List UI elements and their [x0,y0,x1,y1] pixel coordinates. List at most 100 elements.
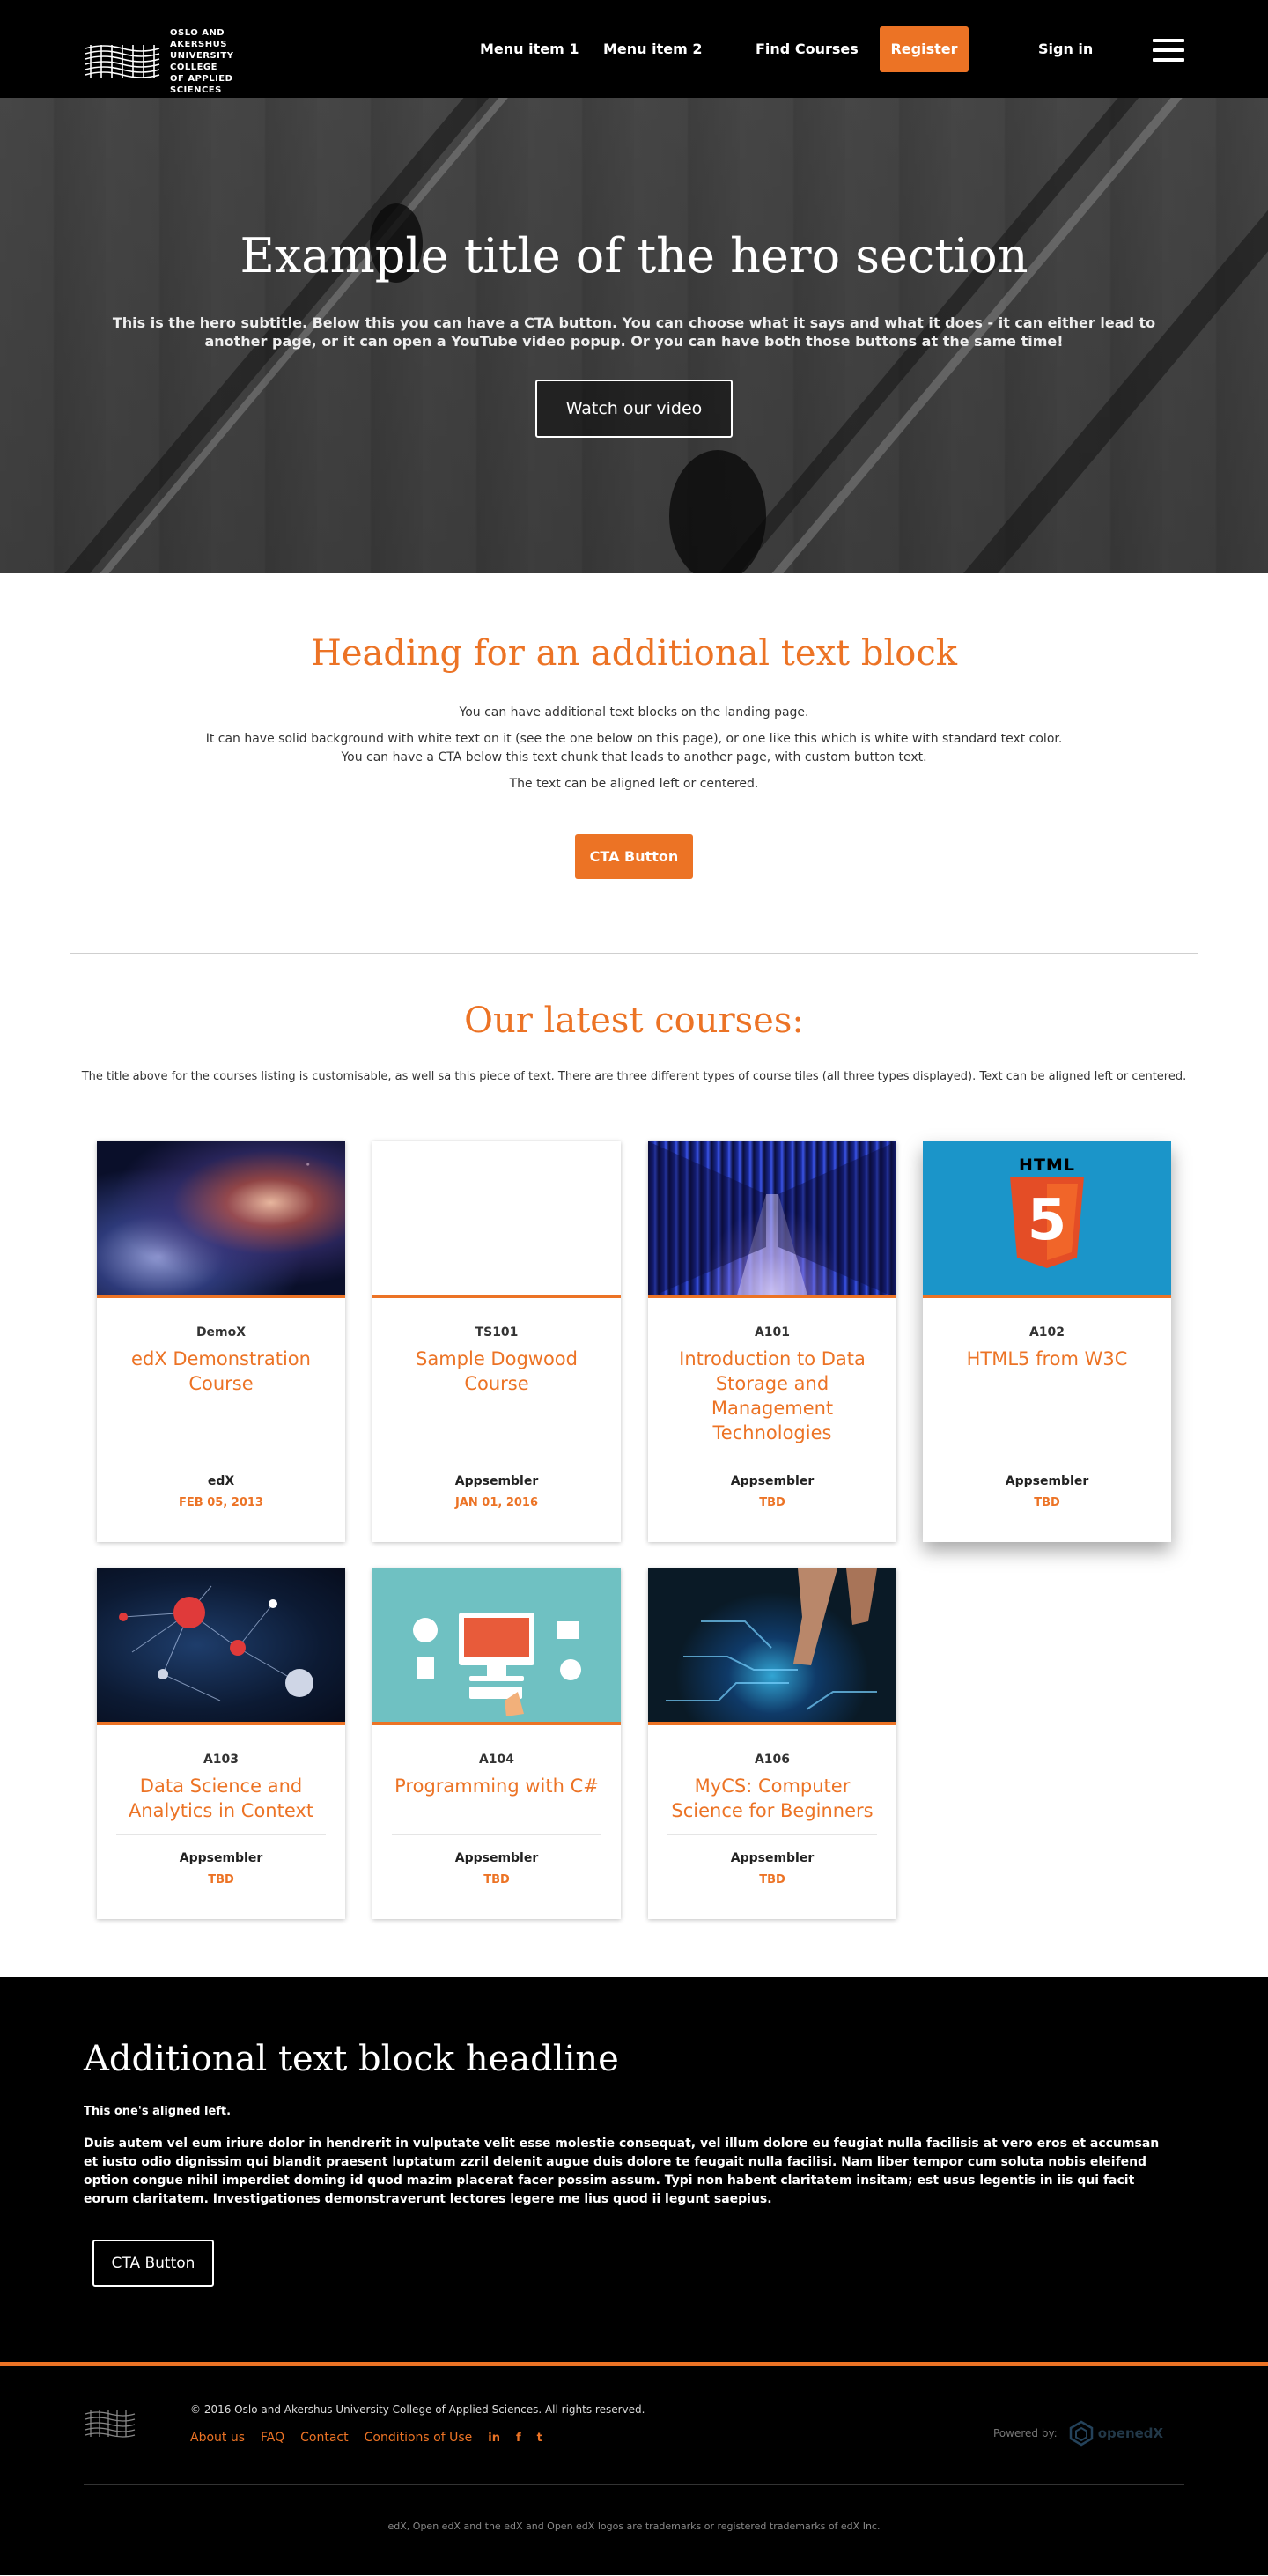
footer-divider [84,2484,1184,2485]
hero-section: Example title of the hero section This i… [0,98,1268,573]
course-start-date: FEB 05, 2013 [179,1496,263,1509]
course-start-date: TBD [759,1873,785,1886]
facebook-icon[interactable]: f [516,2432,521,2445]
register-button[interactable]: Register [880,26,969,72]
hero-content: Example title of the hero section This i… [0,228,1268,438]
course-title: Data Science and Analytics in Context [128,1775,314,1821]
course-code: DemoX [195,1325,247,1340]
course-image-network [97,1568,345,1725]
hamburger-icon[interactable] [1153,39,1184,62]
course-image-blank [372,1141,621,1298]
powered-by: Powered by: openedX [993,2420,1163,2447]
html5-number: 5 [1027,1188,1067,1253]
openedx-logo[interactable]: openedX [1068,2420,1163,2447]
course-title: Sample Dogwood Course [416,1348,578,1394]
course-code: A106 [754,1753,791,1767]
cta-button[interactable]: CTA Button [575,834,693,879]
course-card[interactable]: DemoX edX Demonstration Course edX FEB 0… [97,1141,345,1542]
text-block-line: You can have additional text blocks on t… [459,705,809,720]
linkedin-icon[interactable]: in [488,2432,500,2445]
hero-title: Example title of the hero section [240,228,1028,284]
text-block-body: You can have additional text blocks on t… [0,704,1268,793]
course-title: HTML5 from W3C [966,1348,1128,1369]
sign-in-link[interactable]: Sign in [1038,26,1093,72]
course-start-date: TBD [483,1873,510,1886]
dark-block-paragraph: Duis autem vel eum iriure dolor in hendr… [84,2137,1160,2206]
courses-section: Our latest courses: The title above for … [0,954,1268,1977]
course-start-date: TBD [208,1873,234,1886]
site-footer: © 2016 Oslo and Akershus University Coll… [0,2362,1268,2575]
course-card[interactable]: A101 Introduction to Data Storage and Ma… [648,1141,896,1542]
server-aisle-icon [648,1141,896,1295]
text-block-heading: Heading for an additional text block [310,633,958,674]
course-card[interactable]: A106 MyCS: Computer Science for Beginner… [648,1568,896,1919]
course-card[interactable]: A103 Data Science and Analytics in Conte… [97,1568,345,1919]
html5-badge-text: HTML [1019,1155,1075,1175]
course-title: edX Demonstration Course [131,1348,311,1394]
circuit-hand-icon [666,1568,877,1710]
openedx-label: openedX [1097,2425,1164,2441]
course-start-date: TBD [759,1496,785,1509]
hero-bg-person [669,450,766,573]
logo-line: OF APPLIED SCIENCES [170,74,233,95]
course-card[interactable]: A104 Programming with C# Appsembler TBD [372,1568,621,1919]
text-block-line: The text can be aligned left or centered… [509,777,759,791]
course-start-date: TBD [1034,1496,1060,1509]
course-code: A102 [1028,1325,1065,1340]
course-title: Introduction to Data Storage and Managem… [679,1348,866,1443]
site-header: OSLO AND AKERSHUS UNIVERSITY COLLEGE OF … [0,0,1268,98]
nav-find-courses[interactable]: Find Courses [756,26,859,72]
course-title: MyCS: Computer Science for Beginners [671,1775,874,1821]
courses-heading: Our latest courses: [464,1000,804,1041]
course-org: edX [207,1474,235,1488]
course-code: A104 [478,1753,515,1767]
course-image-circuit [648,1568,896,1725]
text-block-line: It can have solid background with white … [205,732,1063,746]
dark-block-note: This one's aligned left. [84,2105,232,2118]
course-image-computer [372,1568,621,1725]
course-org: Appsembler [454,1851,539,1865]
course-card[interactable]: HTML 5 A102 HTML5 from W3C Appsembler TB… [923,1141,1171,1542]
footer-logo-icon[interactable] [84,2407,136,2440]
course-card[interactable]: TS101 Sample Dogwood Course Appsembler J… [372,1141,621,1542]
course-org: Appsembler [730,1474,815,1488]
network-graph-icon [119,1585,313,1701]
main-nav: Menu item 1 Menu item 2 Find Courses Reg… [0,26,1268,72]
openedx-hexagon-icon [1069,2420,1093,2447]
courses-description: The title above for the courses listing … [81,1070,1187,1083]
text-block-section: Heading for an additional text block You… [0,573,1268,953]
course-image-nebula [97,1141,345,1298]
watch-video-button[interactable]: Watch our video [535,379,733,438]
course-title: Programming with C# [394,1775,599,1797]
footer-copyright: © 2016 Oslo and Akershus University Coll… [190,2403,645,2416]
course-start-date: JAN 01, 2016 [454,1496,539,1509]
course-image-server-room [648,1141,896,1298]
footer-link-contact[interactable]: Contact [300,2431,348,2445]
card-divider [392,1834,601,1835]
course-org: Appsembler [1005,1474,1089,1488]
card-divider [116,1834,326,1835]
course-code: A101 [754,1325,791,1340]
course-code: TS101 [475,1325,519,1340]
footer-link-conditions[interactable]: Conditions of Use [365,2431,473,2445]
course-org: Appsembler [179,1851,263,1865]
course-image-html5: HTML 5 [923,1141,1171,1298]
footer-link-faq[interactable]: FAQ [261,2431,284,2445]
nav-menu-item-1[interactable]: Menu item 1 [480,26,579,72]
footer-link-about[interactable]: About us [190,2431,245,2445]
course-org: Appsembler [730,1851,815,1865]
hero-subtitle: This is the hero subtitle. Below this yo… [112,314,1156,350]
course-org: Appsembler [454,1474,539,1488]
computer-illustration-icon [413,1613,581,1716]
dark-cta-button[interactable]: CTA Button [92,2240,214,2287]
text-block-line: You can have a CTA below this text chunk… [341,750,927,764]
nav-menu-item-2[interactable]: Menu item 2 [603,26,702,72]
dark-block-headline: Additional text block headline [84,2039,619,2079]
footer-links: About us FAQ Contact Conditions of Use i… [190,2431,542,2445]
powered-by-label: Powered by: [993,2427,1058,2439]
card-divider [667,1834,877,1835]
twitter-icon[interactable]: t [537,2432,542,2445]
course-code: A103 [203,1753,240,1767]
dark-text-block: Additional text block headline This one'… [0,1977,1268,2362]
footer-trademark: edX, Open edX and the edX and Open edX l… [387,2521,881,2532]
